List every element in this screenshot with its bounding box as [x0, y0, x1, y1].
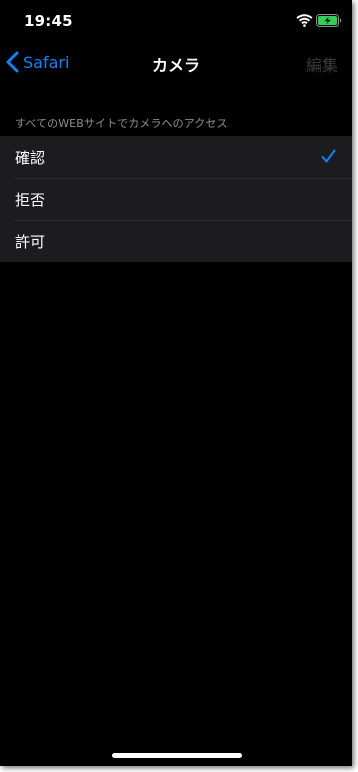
- battery-charging-icon: [316, 14, 342, 27]
- camera-access-options: 確認 拒否 許可: [0, 136, 352, 262]
- section-header: すべてのWEBサイトでカメラへのアクセス: [15, 117, 228, 130]
- option-deny[interactable]: 拒否: [0, 178, 352, 220]
- option-ask[interactable]: 確認: [0, 136, 352, 178]
- wifi-icon: [296, 14, 313, 27]
- navigation-bar: Safari カメラ 編集: [0, 40, 352, 84]
- edit-button[interactable]: 編集: [306, 52, 338, 76]
- page-title: カメラ: [151, 56, 200, 75]
- option-allow[interactable]: 許可: [0, 220, 352, 262]
- home-indicator[interactable]: [112, 753, 242, 758]
- phone-screen: 19:45 Safari カメラ 編集 すべてのWEBサイトでカメラへのアクセス…: [0, 0, 352, 766]
- option-label: 確認: [15, 148, 46, 167]
- option-label: 許可: [15, 232, 46, 251]
- status-bar: 19:45: [0, 0, 352, 40]
- option-label: 拒否: [15, 190, 46, 209]
- checkmark-icon: [321, 149, 336, 163]
- status-time: 19:45: [24, 12, 73, 30]
